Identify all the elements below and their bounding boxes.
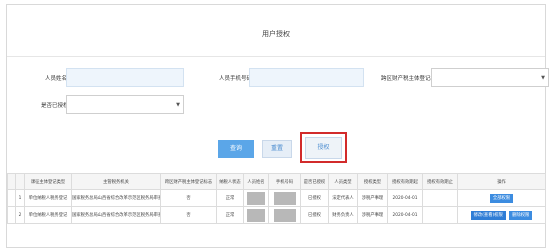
phone-label: 人员手机号码	[219, 76, 253, 82]
table-header: 课征主体登记类型	[24, 173, 72, 190]
table-header: 授权类型	[357, 173, 388, 190]
query-button[interactable]: 查询	[218, 140, 254, 158]
table-header: 授权有效期止	[422, 173, 458, 190]
page-title: 用户授权	[262, 30, 290, 38]
redacted-block	[247, 191, 265, 205]
chevron-down-icon: ▼	[176, 102, 180, 108]
table-header	[15, 173, 25, 190]
name-label: 人员姓名	[45, 76, 68, 82]
redacted-block	[273, 191, 296, 205]
row-auth-type: 涉税产事理	[357, 189, 388, 207]
authorize-button[interactable]: 授权	[305, 137, 342, 159]
delete-permissions-button[interactable]: 删除权限	[509, 210, 533, 220]
chevron-down-icon: ▼	[541, 75, 545, 81]
row-type: 单位纳税人税务登记	[24, 206, 72, 224]
table-header: 纳税人状态	[216, 173, 244, 190]
redacted-block	[273, 208, 296, 222]
row-person-type: 法定代表人	[328, 189, 358, 207]
row-name-redacted	[243, 206, 269, 224]
row-checkbox[interactable]	[7, 206, 16, 224]
row-name-redacted	[243, 189, 269, 207]
edit-permissions-button[interactable]: 修改(查看)权限	[470, 210, 506, 220]
row-auth-type: 涉税产事理	[357, 206, 388, 224]
row-start: 2020-04-01	[387, 206, 423, 224]
row-index: 1	[15, 189, 25, 207]
row-checkbox[interactable]	[7, 189, 16, 207]
authorized-label: 是否已授权	[41, 103, 69, 109]
phone-input[interactable]	[249, 68, 364, 87]
authorized-select[interactable]: ▼	[66, 95, 184, 114]
row-auth: 已授权	[300, 206, 329, 224]
name-input[interactable]	[66, 68, 184, 87]
row-phone-redacted	[268, 206, 301, 224]
row-end	[422, 206, 458, 224]
row-ops: 修改(查看)权限 删除权限	[457, 206, 546, 224]
all-permissions-button[interactable]: 全部权限	[489, 193, 514, 203]
row-phone-redacted	[268, 189, 301, 207]
row-start: 2020-04-01	[387, 189, 423, 207]
table-header: 主管税务机关	[71, 173, 161, 190]
row-ops: 全部权限	[457, 189, 546, 207]
row-authority: 国家税务总局山西省综合改革示范区税务局审查	[71, 189, 161, 207]
auth-table: 课征主体登记类型 主管税务机关 跨区财产税主体登记标志 纳税人状态 人员姓名 手…	[7, 173, 546, 224]
table-header-row: 课征主体登记类型 主管税务机关 跨区财产税主体登记标志 纳税人状态 人员姓名 手…	[7, 173, 546, 190]
row-authority: 国家税务总局山西省综合改革示范区税务局审查	[71, 206, 161, 224]
category-select[interactable]: ▼	[431, 68, 549, 87]
table-row: 1 单位纳税人税务登记 国家税务总局山西省综合改革示范区税务局审查 否 正常 已…	[7, 189, 546, 207]
row-status: 正常	[216, 189, 244, 207]
table-header: 授权有效期起	[387, 173, 423, 190]
table-row: 2 单位纳税人税务登记 国家税务总局山西省综合改革示范区税务局审查 否 正常 已…	[7, 206, 546, 224]
redacted-block	[247, 208, 265, 222]
row-cross: 否	[160, 189, 217, 207]
row-end	[422, 189, 458, 207]
app-window: 用户授权 人员姓名 人员手机号码 跨区财产税主体登记标志 ▼ 是否已授权 ▼ 查…	[0, 0, 552, 252]
table-header: 是否已授权	[300, 173, 329, 190]
row-cross: 否	[160, 206, 217, 224]
table-header: 人员类型	[328, 173, 358, 190]
reset-button[interactable]: 重置	[262, 140, 292, 158]
page-header: 用户授权	[7, 5, 545, 57]
row-auth: 已授权	[300, 189, 329, 207]
row-type: 单位纳税人税务登记	[24, 189, 72, 207]
table-header	[7, 173, 16, 190]
table-header: 操作	[457, 173, 546, 190]
row-status: 正常	[216, 206, 244, 224]
table-header: 跨区财产税主体登记标志	[160, 173, 217, 190]
table-header: 人员姓名	[243, 173, 269, 190]
row-index: 2	[15, 206, 25, 224]
row-person-type: 财务负责人	[328, 206, 358, 224]
table-header: 手机号码	[268, 173, 301, 190]
